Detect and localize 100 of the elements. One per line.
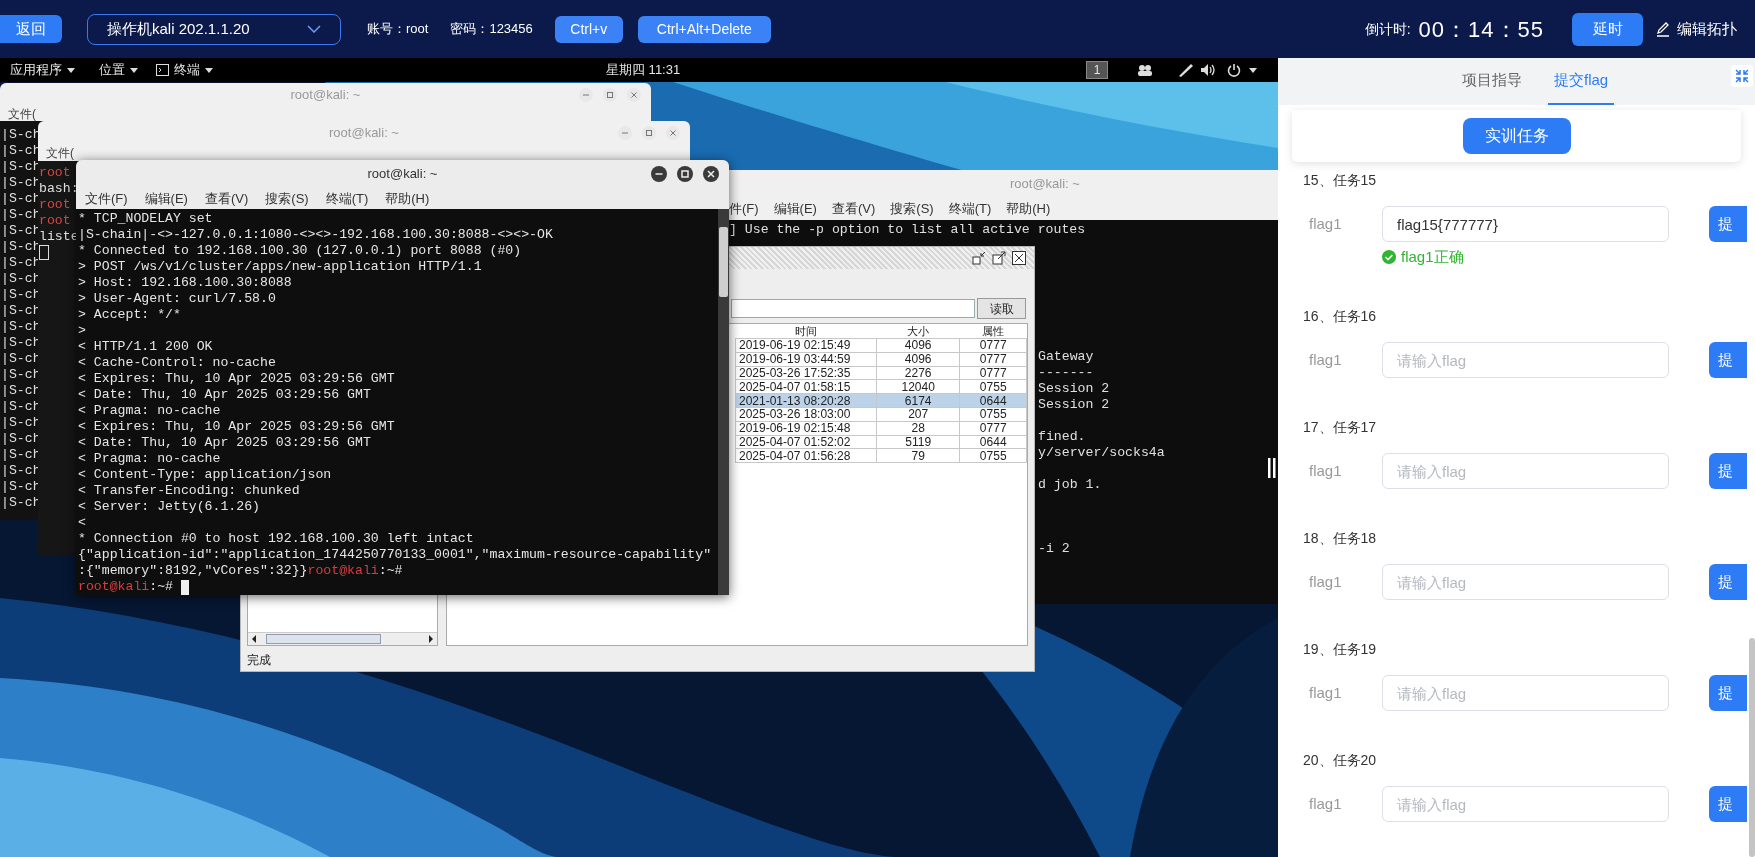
- menu-item[interactable]: 终端(T): [325, 188, 369, 209]
- table-row[interactable]: 2025-03-26 18:03:00 207 0755: [735, 407, 1027, 422]
- panel-menu[interactable]: 终端: [156, 60, 213, 80]
- terminal-line: > Host: 192.168.100.30:8088: [78, 275, 292, 291]
- menu-item[interactable]: 文件(F): [85, 188, 128, 209]
- extend-button[interactable]: 延时: [1572, 12, 1643, 46]
- panel-menu[interactable]: 应用程序: [10, 60, 75, 80]
- caret-icon[interactable]: [1249, 68, 1257, 73]
- maximize-icon[interactable]: [677, 166, 693, 182]
- window-title: root@kali: ~: [290, 86, 361, 105]
- workspace-indicator[interactable]: 1: [1086, 61, 1108, 79]
- maximize-icon[interactable]: [992, 251, 1006, 265]
- menu-item[interactable]: 帮助(H): [1006, 198, 1051, 219]
- table-row[interactable]: 2025-04-07 01:56:28 79 0755: [735, 448, 1027, 463]
- restore-icon[interactable]: [972, 251, 986, 265]
- table-row[interactable]: 2019-06-19 02:15:48 28 0777: [735, 421, 1027, 436]
- terminal-line: ] Use the -p option to list all active routes: [729, 222, 1086, 238]
- scrollbar[interactable]: [718, 209, 729, 595]
- task-title: 15、任务15: [1303, 171, 1377, 190]
- scrollbar-thumb[interactable]: [1749, 638, 1755, 857]
- task-title: 20、任务20: [1303, 751, 1377, 770]
- window-title: root@kali: ~: [1010, 174, 1080, 193]
- submit-button[interactable]: 提: [1709, 342, 1747, 378]
- key-button[interactable]: Ctrl+Alt+Delete: [637, 15, 771, 43]
- training-task-button[interactable]: 实训任务: [1462, 118, 1571, 154]
- submit-button[interactable]: 提: [1709, 564, 1747, 600]
- menu-item[interactable]: 文件(: [8, 107, 36, 121]
- clock-label: 星期四 11:31: [606, 62, 681, 78]
- menu-item[interactable]: 搜索(S): [890, 198, 934, 219]
- table-row[interactable]: 2025-03-26 17:52:35 2276 0777: [735, 366, 1027, 380]
- scrollbar-thumb[interactable]: [719, 227, 728, 297]
- table-row[interactable]: 2019-06-19 02:15:49 4096 0777: [735, 338, 1027, 353]
- tab[interactable]: 提交flag: [1548, 58, 1615, 105]
- submit-button[interactable]: 提: [1709, 206, 1747, 242]
- table-cell: 0755: [959, 448, 1027, 463]
- edit-topology-button[interactable]: 编辑拓扑: [1655, 17, 1737, 41]
- back-button[interactable]: 返回: [0, 15, 62, 43]
- table-cell: 2025-04-07 01:56:28: [735, 448, 877, 463]
- terminal-line: * Connected to 192.168.100.30 (127.0.0.1) port 8088 (#0): [78, 243, 522, 259]
- key-button[interactable]: Ctrl+v: [554, 15, 623, 43]
- caret-icon: [205, 67, 213, 73]
- terminal-line: > User-Agent: curl/7.58.0: [78, 291, 276, 307]
- scrollbar-thumb[interactable]: [266, 634, 381, 644]
- success-message: flag1正确: [1401, 246, 1464, 267]
- password-label: 密码：123456: [450, 20, 533, 39]
- menu-item[interactable]: 搜索(S): [265, 188, 309, 209]
- field-label: flag1: [1309, 349, 1343, 370]
- menu-item[interactable]: 编辑(E): [773, 198, 817, 219]
- collapse-icon[interactable]: [1731, 65, 1753, 87]
- terminal-line: < Content-Type: application/json: [78, 467, 332, 483]
- pen-icon[interactable]: [1178, 63, 1194, 77]
- flag-input[interactable]: 请输入flag: [1382, 564, 1669, 600]
- field-label: flag1: [1309, 682, 1343, 703]
- table-row[interactable]: 2025-04-07 01:58:15 12040 0755: [735, 379, 1027, 394]
- flag-input[interactable]: flag15{777777}: [1382, 206, 1669, 242]
- volume-icon[interactable]: [1200, 63, 1216, 77]
- flag-input[interactable]: 请输入flag: [1382, 675, 1669, 711]
- terminal-line: < Transfer-Encoding: chunked: [78, 483, 300, 499]
- flag-input[interactable]: 请输入flag: [1382, 453, 1669, 489]
- submit-button[interactable]: 提: [1709, 675, 1747, 711]
- menu-item[interactable]: 帮助(H): [385, 188, 430, 209]
- check-circle-icon: [1382, 250, 1396, 264]
- menu-item[interactable]: 件(F): [729, 198, 759, 219]
- terminal-line: < Expires: Thu, 10 Apr 2025 03:29:56 GMT: [78, 371, 395, 387]
- terminal-line: :{"memory":8192,"vCores":32}}root@kali:~#: [78, 563, 403, 579]
- people-icon[interactable]: [1137, 64, 1153, 76]
- terminal-icon: [156, 64, 169, 76]
- column-header[interactable]: 属性: [959, 325, 1027, 339]
- menu-item[interactable]: 文件(: [46, 146, 74, 160]
- table-row[interactable]: 2019-06-19 03:44:59 4096 0777: [735, 352, 1027, 367]
- path-field[interactable]: [731, 299, 975, 318]
- account-label: 账号：root: [367, 20, 429, 39]
- column-header[interactable]: 时间: [735, 325, 877, 339]
- flag-input[interactable]: 请输入flag: [1382, 786, 1669, 822]
- resize-handle-icon[interactable]: [1268, 458, 1276, 478]
- tab[interactable]: 项目指导: [1456, 58, 1528, 105]
- table-row[interactable]: 2025-04-07 01:52:02 5119 0644: [735, 435, 1027, 449]
- submit-button[interactable]: 提: [1709, 786, 1747, 822]
- menu-item[interactable]: 编辑(E): [144, 188, 188, 209]
- table-cell: 2019-06-19 02:15:48: [735, 421, 877, 436]
- menu-item[interactable]: 查看(V): [831, 198, 876, 219]
- terminal-line: root: [39, 165, 71, 181]
- close-icon[interactable]: [1012, 251, 1026, 265]
- close-icon[interactable]: [703, 166, 719, 182]
- panel-menu[interactable]: 位置: [99, 60, 138, 80]
- read-button[interactable]: 读取: [977, 298, 1026, 319]
- window-title: root@kali: ~: [367, 165, 438, 184]
- machine-dropdown[interactable]: 操作机kali 202.1.1.20: [87, 13, 341, 45]
- power-icon[interactable]: [1227, 63, 1241, 77]
- submit-button[interactable]: 提: [1709, 453, 1747, 489]
- terminal-line: * Connection #0 to host 192.168.100.30 left intact: [78, 531, 474, 547]
- table-cell: 6174: [876, 393, 960, 408]
- chevron-down-icon: [307, 25, 321, 33]
- column-header[interactable]: 大小: [876, 325, 960, 339]
- flag-input[interactable]: 请输入flag: [1382, 342, 1669, 378]
- menu-item[interactable]: 终端(T): [948, 198, 992, 219]
- menu-item[interactable]: 查看(V): [204, 188, 249, 209]
- terminal-line: fined.: [1038, 429, 1086, 445]
- terminal-line: y/server/socks4a: [1038, 445, 1165, 461]
- minimize-icon[interactable]: [651, 166, 667, 182]
